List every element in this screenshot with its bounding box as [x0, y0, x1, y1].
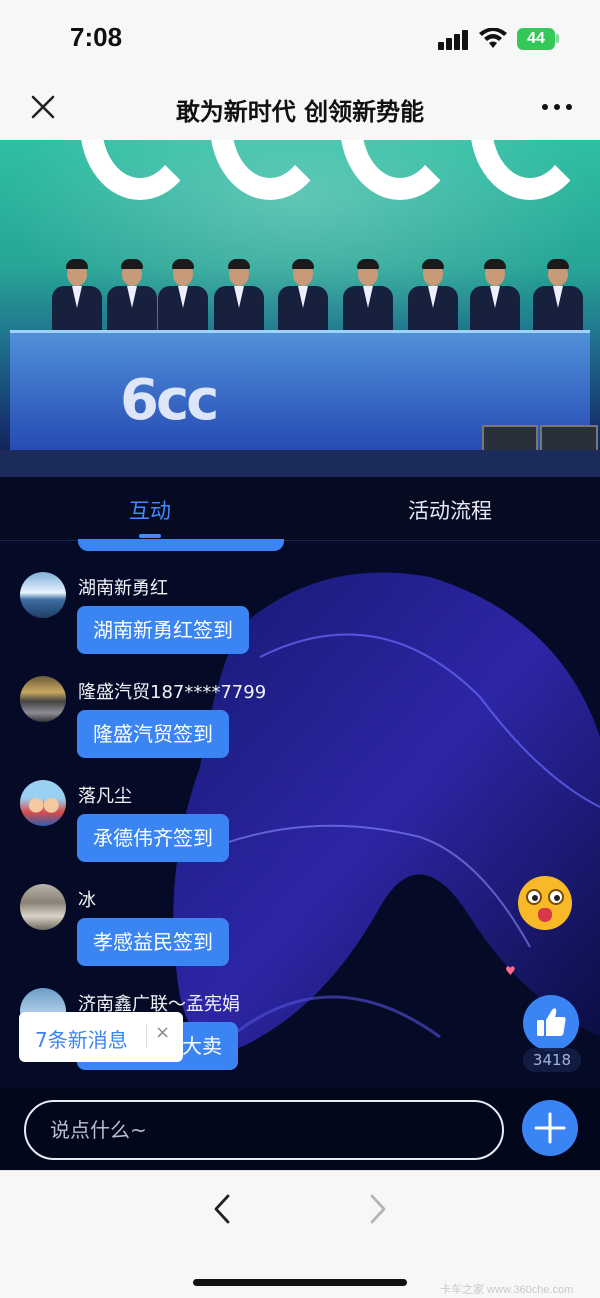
watermark-logo: 卡车之家 www.360che.com [440, 1284, 574, 1296]
battery-tip [556, 34, 559, 43]
active-tab-indicator [139, 534, 161, 538]
new-messages-notice[interactable]: 7条新消息 × [19, 1012, 183, 1062]
avatar [20, 780, 66, 826]
avatar [20, 676, 66, 722]
add-button[interactable] [522, 1100, 578, 1156]
new-messages-label[interactable]: 7条新消息 [35, 1024, 128, 1053]
person [214, 259, 264, 332]
comment-input[interactable] [24, 1100, 504, 1160]
battery-icon: 44 [517, 28, 555, 50]
sender-name: 落凡尘 [78, 786, 132, 807]
sender-name: 湖南新勇红 [78, 578, 168, 599]
browser-toolbar: 卡车之家 www.360che.com [0, 1170, 600, 1298]
stage-logo: 6cc [120, 368, 219, 433]
chat-message: 隆盛汽贸187****7799 隆盛汽贸签到 [20, 676, 540, 776]
person [107, 259, 157, 332]
wifi-icon [479, 28, 507, 48]
forward-arrow-icon[interactable] [366, 1193, 390, 1225]
live-video[interactable]: 6cc [0, 140, 600, 477]
chat-message: 湖南新勇红 湖南新勇红签到 [20, 572, 540, 672]
signal-icon [438, 30, 470, 50]
chat-message: 落凡尘 承德伟齐签到 [20, 780, 540, 880]
avatar [20, 884, 66, 930]
heart-icon: ♥ [505, 964, 516, 978]
plus-icon [534, 1112, 566, 1144]
divider [146, 1024, 147, 1048]
interaction-panel: 互动 活动流程 湖南新勇红 湖南新勇红签到 隆盛汽贸187****7799 隆盛… [0, 477, 600, 1170]
close-notice-icon[interactable]: × [155, 1022, 170, 1043]
sender-name: 冰 [78, 890, 96, 911]
like-button[interactable] [523, 995, 579, 1051]
nav-bar: 敢为新时代 创领新势能 [0, 78, 600, 140]
person [533, 259, 583, 332]
page-title: 敢为新时代 创领新势能 [175, 98, 425, 126]
tab-interaction[interactable]: 互动 [0, 495, 300, 525]
message-bubble: 孝感益民签到 [77, 918, 229, 966]
message-bubble: 隆盛汽贸签到 [77, 710, 229, 758]
emoji-reaction-icon[interactable] [518, 876, 572, 930]
back-arrow-icon[interactable] [210, 1193, 234, 1225]
tab-schedule[interactable]: 活动流程 [300, 495, 600, 525]
person [158, 259, 208, 332]
tab-bar: 互动 活动流程 [0, 477, 600, 541]
status-time: 7:08 [70, 22, 123, 52]
avatar [20, 572, 66, 618]
person [408, 259, 458, 332]
message-bubble: 承德伟齐签到 [77, 814, 229, 862]
thumbs-up-icon [537, 1008, 566, 1036]
home-indicator[interactable] [193, 1279, 407, 1286]
person [470, 259, 520, 332]
comment-bar [0, 1089, 600, 1170]
person [52, 259, 102, 332]
chat-bubble-partial [78, 539, 284, 551]
person [278, 259, 328, 332]
person [343, 259, 393, 332]
chat-message: 冰 孝感益民签到 [20, 884, 540, 984]
sender-name: 隆盛汽贸187****7799 [78, 682, 267, 703]
stage-floor [0, 450, 600, 477]
more-icon[interactable] [540, 98, 574, 118]
status-bar: 7:08 44 [0, 0, 600, 78]
like-count: 3418 [523, 1048, 581, 1072]
message-bubble: 湖南新勇红签到 [77, 606, 249, 654]
